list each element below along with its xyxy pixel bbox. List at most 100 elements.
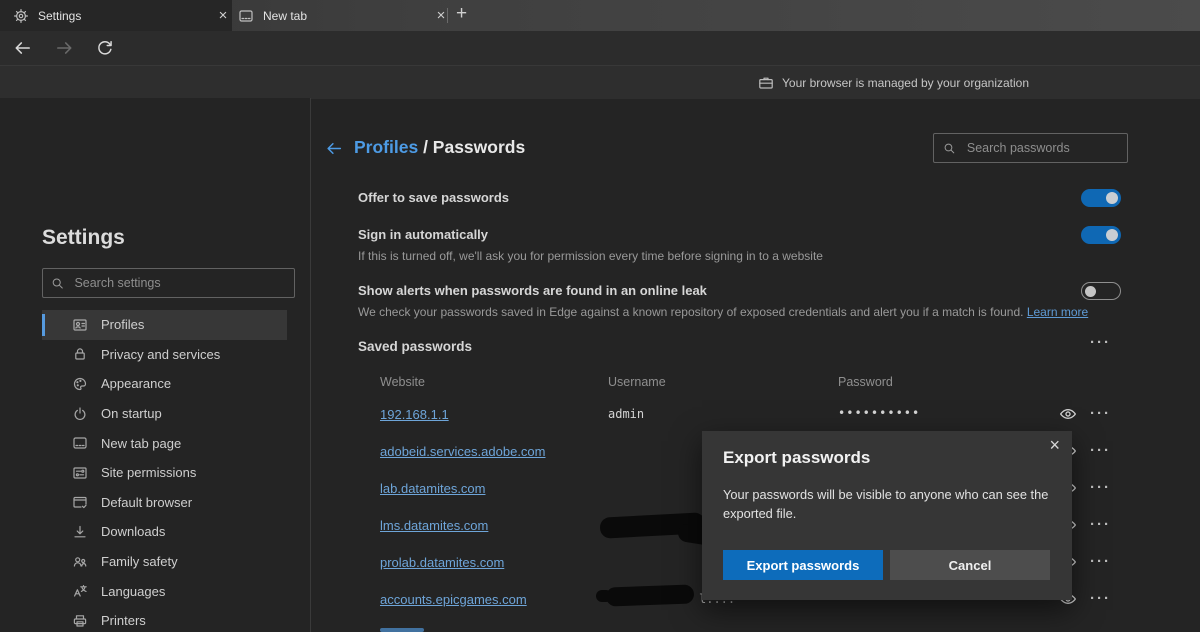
dialog-body-text: Your passwords will be visible to anyone… xyxy=(723,485,1067,523)
breadcrumb-separator: / xyxy=(418,137,433,157)
learn-more-link[interactable]: Learn more xyxy=(1027,305,1088,319)
sidebar-item-label: Default browser xyxy=(101,495,192,510)
password-row-more-icon[interactable]: ··· xyxy=(1090,442,1111,459)
show-password-eye-icon[interactable] xyxy=(1059,405,1077,423)
sidebar-item-label: Family safety xyxy=(101,554,178,569)
default-browser-icon xyxy=(72,494,88,510)
sidebar-item-languages[interactable]: Languages xyxy=(42,576,287,606)
sidebar-item-site-permissions[interactable]: Site permissions xyxy=(42,458,287,488)
password-row-website-link[interactable]: lms.datamites.com xyxy=(380,518,488,533)
search-icon xyxy=(943,141,956,156)
download-arrow-icon xyxy=(72,524,88,540)
page-title: Passwords xyxy=(433,137,525,157)
tab-title: Settings xyxy=(38,9,214,23)
sidebar-item-new-tab-page[interactable]: New tab page xyxy=(42,428,287,458)
search-icon xyxy=(51,276,64,291)
password-row-website-link[interactable]: prolab.datamites.com xyxy=(380,555,504,570)
tab-settings[interactable]: Settings × xyxy=(0,0,232,31)
edge-browser-window: Settings × New tab × + xyxy=(0,0,1200,632)
setting-description: If this is turned off, we'll ask you for… xyxy=(358,249,823,263)
saved-passwords-more-icon[interactable]: ··· xyxy=(1090,334,1111,351)
sidebar-item-label: Appearance xyxy=(101,376,171,391)
toggle-knob xyxy=(1106,229,1118,241)
managed-banner-text: Your browser is managed by your organiza… xyxy=(782,76,1029,90)
dialog-close-icon[interactable]: × xyxy=(1049,435,1060,456)
sidebar-item-label: Profiles xyxy=(101,317,144,332)
password-row-more-icon[interactable]: ··· xyxy=(1090,553,1111,570)
managed-banner: Your browser is managed by your organiza… xyxy=(0,65,1200,99)
toggle-sign-in-automatically[interactable] xyxy=(1081,226,1121,244)
setting-label-sign-in-automatically: Sign in automatically xyxy=(358,227,488,242)
password-search-box[interactable] xyxy=(933,133,1128,163)
setting-description: We check your passwords saved in Edge ag… xyxy=(358,305,1088,319)
new-tab-page-icon xyxy=(238,8,254,24)
printer-icon xyxy=(72,613,88,629)
password-row-website-link[interactable]: adobeid.services.adobe.com xyxy=(380,444,546,459)
sidebar-item-default-browser[interactable]: Default browser xyxy=(42,488,287,518)
sidebar-item-downloads[interactable]: Downloads xyxy=(42,517,287,547)
dialog-title: Export passwords xyxy=(723,448,870,468)
tab-title: New tab xyxy=(263,9,432,23)
sidebar-item-label: Downloads xyxy=(101,524,165,539)
password-row-more-icon[interactable]: ··· xyxy=(1090,516,1111,533)
sidebar-item-label: Printers xyxy=(101,613,146,628)
redaction-scribble xyxy=(596,590,612,602)
password-row-website-link[interactable]: lab.datamites.com xyxy=(380,481,486,496)
export-passwords-button[interactable]: Export passwords xyxy=(723,550,883,580)
setting-label-offer-to-save: Offer to save passwords xyxy=(358,190,509,205)
toggle-knob xyxy=(1085,286,1096,297)
column-header-password: Password xyxy=(838,375,893,389)
site-permissions-icon xyxy=(72,465,88,481)
new-tab-page-icon xyxy=(72,435,88,451)
password-row-more-icon[interactable]: ··· xyxy=(1090,590,1111,607)
new-tab-button[interactable]: + xyxy=(456,3,467,25)
sidebar-item-label: Site permissions xyxy=(101,465,196,480)
sidebar-item-label: Languages xyxy=(101,584,165,599)
sidebar-item-appearance[interactable]: Appearance xyxy=(42,369,287,399)
palette-icon xyxy=(72,376,88,392)
sidebar-item-label: On startup xyxy=(101,406,162,421)
password-row-website-link[interactable]: 192.168.1.1 xyxy=(380,407,449,422)
password-row-more-icon[interactable]: ··· xyxy=(1090,405,1111,422)
power-icon xyxy=(72,406,88,422)
sidebar-item-label: New tab page xyxy=(101,436,181,451)
translate-icon xyxy=(72,583,88,599)
password-row-website-link[interactable]: accounts.epicgames.com xyxy=(380,592,527,607)
export-passwords-dialog: × Export passwords Your passwords will b… xyxy=(702,431,1072,600)
sidebar-title: Settings xyxy=(42,226,125,250)
browser-toolbar: Edge | edge://settings/passwords xyxy=(0,31,1200,65)
tab-strip: Settings × New tab × + xyxy=(0,0,1200,31)
family-icon xyxy=(72,554,88,570)
breadcrumb: Profiles / Passwords xyxy=(354,137,525,158)
redaction-scribble xyxy=(606,584,695,606)
back-icon[interactable] xyxy=(14,39,32,57)
settings-search-input[interactable] xyxy=(72,275,294,291)
sidebar-item-printers[interactable]: Printers xyxy=(42,606,287,632)
password-row-more-icon[interactable]: ··· xyxy=(1090,479,1111,496)
column-header-username: Username xyxy=(608,375,666,389)
toggle-offer-to-save[interactable] xyxy=(1081,189,1121,207)
lock-icon xyxy=(72,346,88,362)
forward-icon[interactable] xyxy=(55,39,73,57)
password-search-input[interactable] xyxy=(965,140,1127,156)
briefcase-icon xyxy=(758,75,774,91)
sidebar-item-privacy[interactable]: Privacy and services xyxy=(42,340,287,370)
saved-passwords-heading: Saved passwords xyxy=(358,339,472,354)
breadcrumb-profiles-link[interactable]: Profiles xyxy=(354,137,418,157)
reload-icon[interactable] xyxy=(96,39,114,57)
setting-label-leak-alerts: Show alerts when passwords are found in … xyxy=(358,283,707,298)
sidebar-item-profiles[interactable]: Profiles xyxy=(42,310,287,340)
settings-search-box[interactable] xyxy=(42,268,295,298)
cancel-button[interactable]: Cancel xyxy=(890,550,1050,580)
tab-new-tab[interactable]: New tab × xyxy=(228,0,450,31)
sidebar-nav: Profiles Privacy and services Appearance… xyxy=(42,310,287,632)
toggle-knob xyxy=(1106,192,1118,204)
breadcrumb-back-icon[interactable] xyxy=(326,140,343,157)
column-header-website: Website xyxy=(380,375,425,389)
sidebar-item-family-safety[interactable]: Family safety xyxy=(42,547,287,577)
sidebar-item-on-startup[interactable]: On startup xyxy=(42,399,287,429)
toggle-leak-alerts[interactable] xyxy=(1081,282,1121,300)
password-row-username: admin xyxy=(608,407,644,421)
gear-icon xyxy=(13,8,29,24)
password-row-masked-password: •••••••••• xyxy=(838,406,920,420)
